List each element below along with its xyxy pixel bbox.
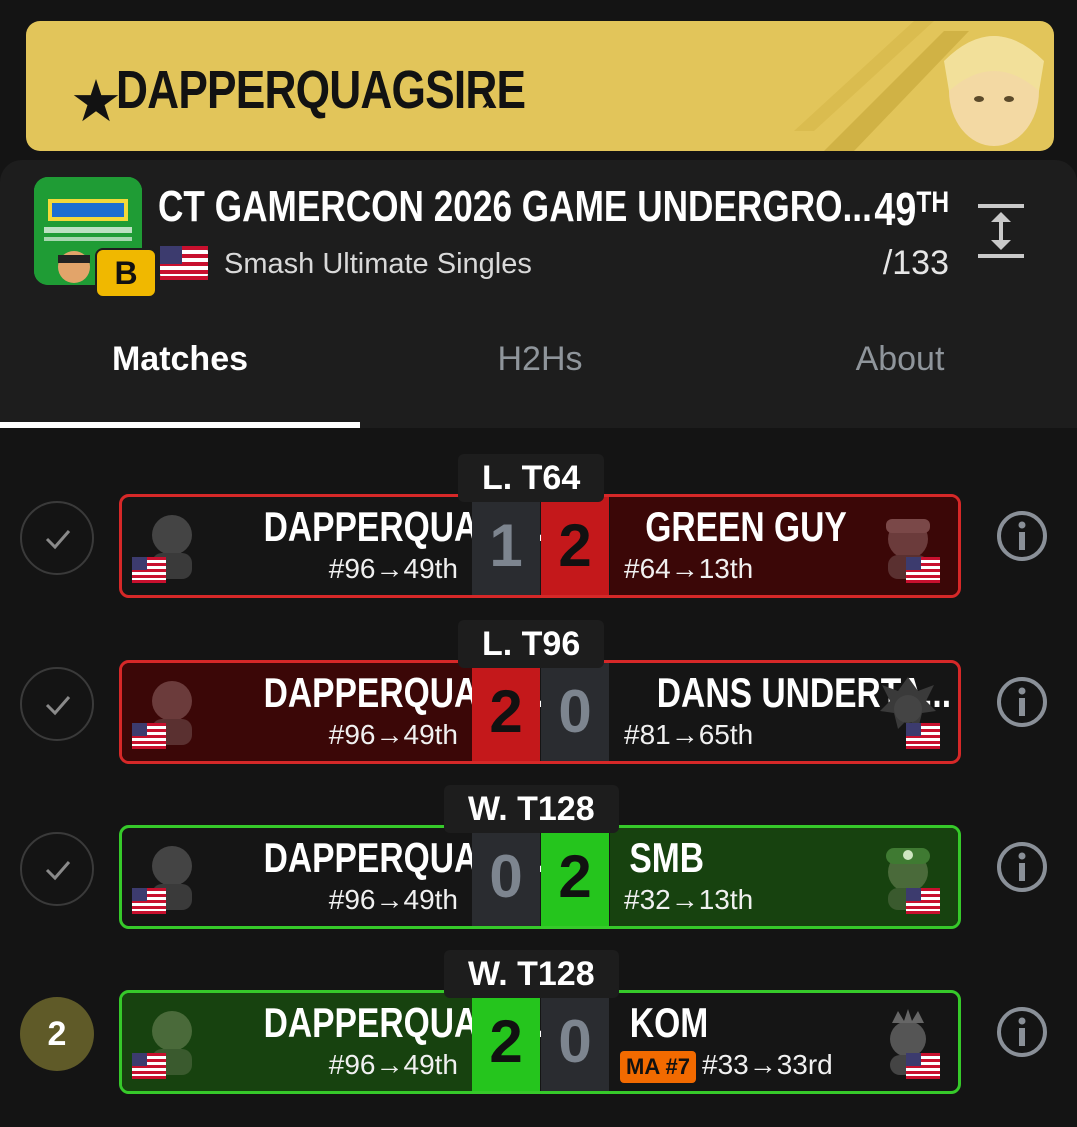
left-player: DAPPERQUAGSI... #96→49th [122,663,564,761]
placement-total: /133 [882,244,949,282]
event-title[interactable]: CT GAMERCON 2026 GAME UNDERGRO... [158,182,872,232]
left-player: DAPPERQUAGSI... #96→49th [122,993,564,1091]
seed-placement: #32→13th [624,884,754,915]
player-name: KOM [629,999,709,1046]
match-row[interactable]: DAPPERQUAGSI... #96→49th 1 2 GREEN GUY #… [0,454,1077,598]
completed-check-icon [20,667,94,741]
match-row[interactable]: 2 DAPPERQUAGSI... #96→49th 2 0 KOM MA #7… [0,950,1077,1094]
match-row[interactable]: DAPPERQUAGSI... #96→49th 0 2 SMB #32→13t… [0,785,1077,929]
match-card[interactable]: DAPPERQUAGSI... #96→49th 1 2 GREEN GUY #… [119,494,961,598]
player-name: GREEN GUY [645,503,847,550]
round-label: L. T64 [458,454,605,502]
info-icon[interactable] [996,1006,1048,1058]
right-score: 0 [541,663,609,761]
us-flag-icon [906,1053,940,1079]
us-flag-icon [906,723,940,749]
match-card[interactable]: DAPPERQUAGSI... #96→49th 0 2 SMB #32→13t… [119,825,961,929]
right-score: 2 [541,828,609,926]
seed-placement: #96→49th [328,884,458,915]
tab-matches[interactable]: Matches [0,340,360,379]
info-icon[interactable] [996,510,1048,562]
us-flag-icon [906,557,940,583]
round-label: W. T128 [444,950,619,998]
tier-badge: B [95,248,157,298]
us-flag-icon [132,557,166,583]
star-icon: ★ [70,69,122,134]
right-score: 2 [541,497,609,595]
seed-placement: #33→33rd [702,1049,833,1080]
info-icon[interactable] [996,676,1048,728]
placement-rank: 49TH [874,183,949,235]
match-card[interactable]: DAPPERQUAGSI... #96→49th 2 0 KOM MA #7 #… [119,990,961,1094]
right-player: DANS UNDERTA... #81→65th [610,663,958,761]
us-flag-icon [132,1053,166,1079]
right-score: 0 [541,993,609,1091]
left-score: 2 [472,993,540,1091]
seed-placement: #96→49th [328,553,458,584]
us-flag-icon [132,888,166,914]
tab-h2hs[interactable]: H2Hs [360,340,720,379]
match-count-badge: 2 [20,997,94,1071]
event-sheet: B CT GAMERCON 2026 GAME UNDERGRO... Smas… [0,160,1077,1127]
match-card[interactable]: DAPPERQUAGSI... #96→49th 2 0 DANS UNDERT… [119,660,961,764]
left-score: 1 [472,497,540,595]
right-player: GREEN GUY #64→13th [610,497,958,595]
us-flag-icon [132,723,166,749]
us-flag-icon [160,246,208,280]
left-player: DAPPERQUAGSI... #96→49th [122,497,564,595]
seed-placement: #81→65th [624,719,754,750]
player-name: SMB [629,834,705,881]
expand-icon[interactable] [978,202,1024,260]
event-game: Smash Ultimate Singles [224,248,532,280]
us-flag-icon [906,888,940,914]
right-player: KOM MA #7 #33→33rd [610,993,958,1091]
player-banner[interactable]: ★ DAPPERQUAGSIRE › [26,21,1054,151]
player-name: DAPPERQUAGSIRE [116,60,526,120]
tab-about[interactable]: About [720,340,1077,379]
seed-placement: #96→49th [328,719,458,750]
seed-placement: #64→13th [624,553,754,584]
chevron-right-icon: › [481,77,494,119]
tab-underline [0,422,360,428]
round-label: W. T128 [444,785,619,833]
ranking-badge: MA #7 [620,1051,696,1083]
match-row[interactable]: DAPPERQUAGSI... #96→49th 2 0 DANS UNDERT… [0,620,1077,764]
round-label: L. T96 [458,620,605,668]
right-player: SMB #32→13th [610,828,958,926]
event-header: B CT GAMERCON 2026 GAME UNDERGRO... Smas… [0,160,1077,428]
seed-placement: #96→49th [328,1049,458,1080]
left-score: 0 [472,828,540,926]
completed-check-icon [20,832,94,906]
completed-check-icon [20,501,94,575]
left-player: DAPPERQUAGSI... #96→49th [122,828,564,926]
left-score: 2 [472,663,540,761]
character-art [794,21,1044,151]
info-icon[interactable] [996,841,1048,893]
